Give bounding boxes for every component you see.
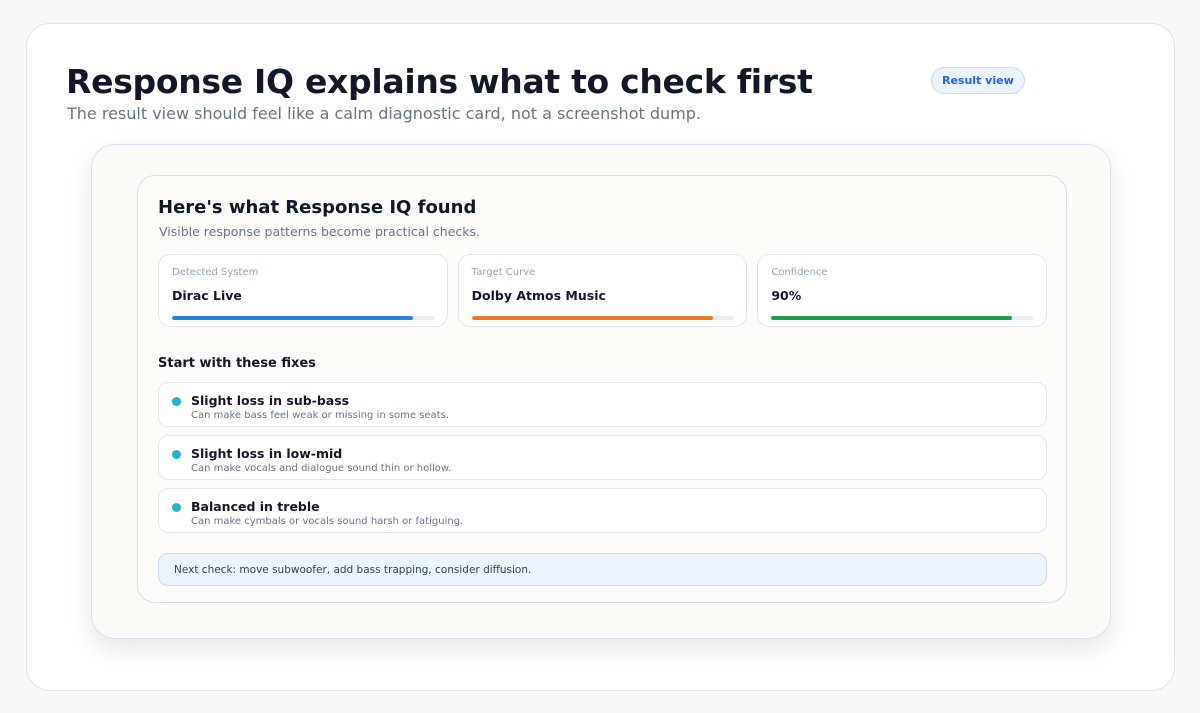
metric-confidence: Confidence 90%	[757, 254, 1048, 327]
status-dot-icon	[172, 450, 181, 459]
fixes-section-title: Start with these fixes	[158, 356, 316, 371]
fix-title: Balanced in treble	[191, 499, 320, 514]
metric-value: Dolby Atmos Music	[471, 288, 606, 303]
card-subtitle: Visible response patterns become practic…	[159, 224, 480, 239]
metric-value: 90%	[771, 288, 802, 303]
fix-title: Slight loss in low-mid	[191, 446, 343, 461]
metric-target-curve: Target Curve Dolby Atmos Music	[457, 254, 748, 327]
status-dot-icon	[172, 503, 181, 512]
fix-item[interactable]: Slight loss in sub-bass Can make bass fe…	[158, 382, 1047, 427]
metric-label: Target Curve	[471, 267, 536, 278]
status-dot-icon	[172, 397, 181, 406]
page-subtitle: The result view should feel like a calm …	[67, 104, 701, 123]
result-view-badge[interactable]: Result view	[931, 67, 1025, 94]
metric-progress-track	[471, 316, 734, 320]
fix-description: Can make cymbals or vocals sound harsh o…	[191, 516, 464, 527]
metric-label: Detected System	[172, 267, 259, 278]
metric-progress-track	[771, 316, 1034, 320]
card-title: Here's what Response IQ found	[158, 197, 477, 218]
metrics-row: Detected System Dirac Live Target Curve …	[158, 254, 1048, 327]
metric-detected-system: Detected System Dirac Live	[158, 254, 448, 327]
metric-progress-fill	[771, 316, 1013, 320]
fix-description: Can make vocals and dialogue sound thin …	[191, 463, 452, 474]
metric-progress-fill	[471, 316, 713, 320]
page-panel: Response IQ explains what to check first…	[26, 23, 1175, 691]
page-title: Response IQ explains what to check first	[66, 62, 813, 101]
preview-frame: Here's what Response IQ found Visible re…	[91, 144, 1111, 639]
metric-progress-track	[172, 316, 434, 320]
metric-label: Confidence	[771, 267, 828, 278]
fixes-list: Slight loss in sub-bass Can make bass fe…	[158, 382, 1047, 533]
result-card: Here's what Response IQ found Visible re…	[137, 175, 1067, 603]
metric-value: Dirac Live	[172, 288, 242, 303]
metric-progress-fill	[172, 316, 414, 320]
fix-item[interactable]: Balanced in treble Can make cymbals or v…	[158, 488, 1047, 533]
fix-item[interactable]: Slight loss in low-mid Can make vocals a…	[158, 435, 1047, 480]
fix-description: Can make bass feel weak or missing in so…	[191, 410, 450, 421]
fix-title: Slight loss in sub-bass	[191, 393, 350, 408]
next-check-banner: Next check: move subwoofer, add bass tra…	[158, 553, 1047, 586]
